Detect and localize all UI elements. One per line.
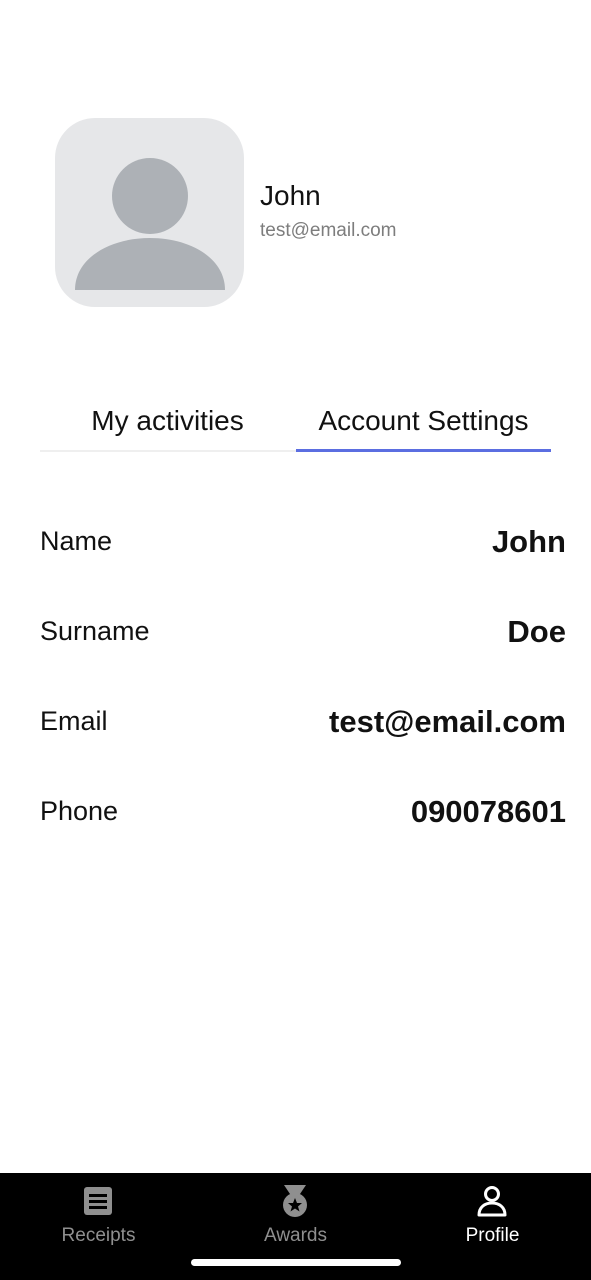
tab-account-settings[interactable]: Account Settings [296, 395, 551, 452]
row-label: Surname [40, 616, 150, 646]
row-value: 090078601 [410, 794, 566, 829]
nav-receipts[interactable]: Receipts [0, 1173, 197, 1253]
avatar[interactable] [55, 118, 244, 307]
home-indicator[interactable] [191, 1259, 401, 1266]
settings-row-surname[interactable]: Surname Doe [40, 588, 566, 678]
nav-label: Awards [263, 1225, 327, 1246]
row-value: test@email.com [329, 704, 566, 739]
row-label: Name [40, 526, 113, 556]
profile-tabs: My activities Account Settings [40, 395, 551, 452]
bottom-navigation: Receipts Awards Profile [0, 1173, 591, 1280]
receipt-icon [84, 1187, 112, 1215]
profile-name: John [260, 180, 321, 211]
active-tab-indicator [296, 449, 551, 452]
award-medal-icon [283, 1185, 307, 1217]
profile-person-icon [477, 1186, 507, 1217]
row-label: Phone [40, 796, 119, 826]
account-settings-list: Name John Surname Doe Email test@email.c… [40, 498, 566, 858]
row-label: Email [40, 706, 108, 736]
settings-row-phone[interactable]: Phone 090078601 [40, 768, 566, 858]
nav-profile[interactable]: Profile [394, 1173, 591, 1253]
tab-my-activities[interactable]: My activities [40, 395, 295, 452]
profile-header: John test@email.com [0, 0, 591, 340]
user-placeholder-icon [75, 158, 225, 290]
nav-awards[interactable]: Awards [197, 1173, 394, 1253]
row-value: Doe [507, 614, 566, 649]
settings-row-name[interactable]: Name John [40, 498, 566, 588]
nav-label: Receipts [61, 1225, 136, 1246]
profile-email: test@email.com [260, 220, 397, 241]
nav-label: Profile [465, 1225, 520, 1246]
row-value: John [491, 524, 566, 559]
settings-row-email[interactable]: Email test@email.com [40, 678, 566, 768]
